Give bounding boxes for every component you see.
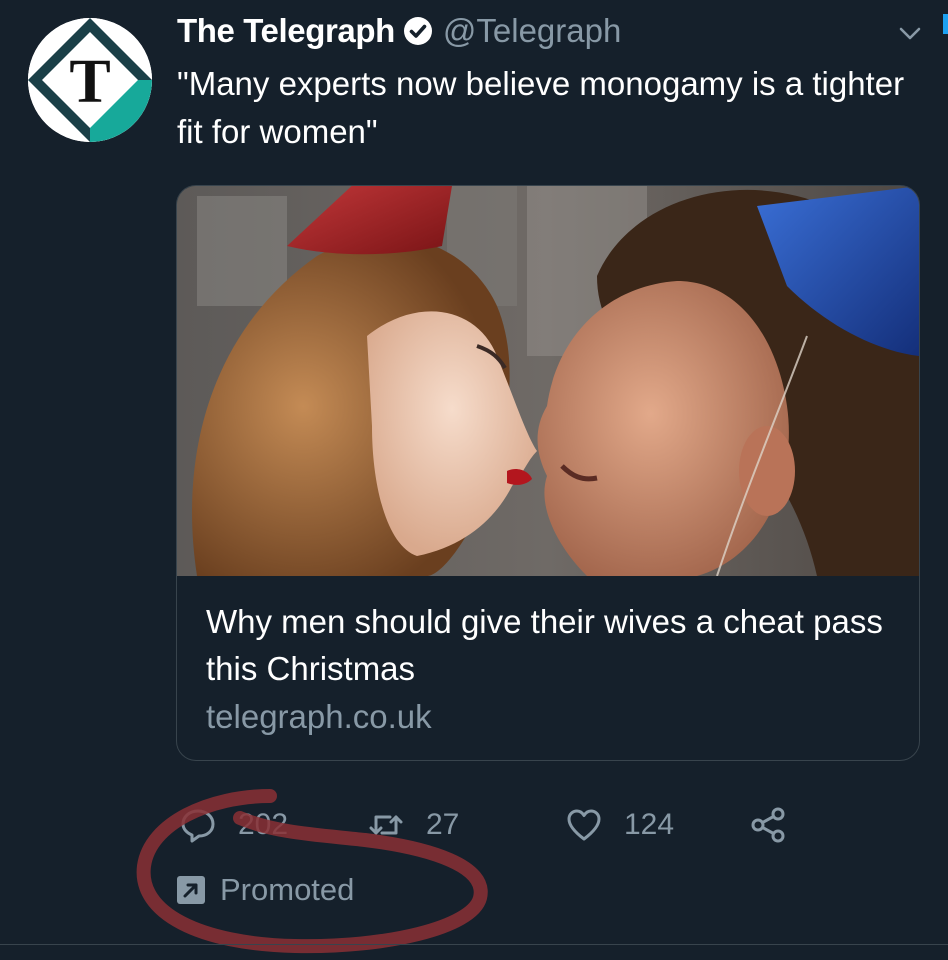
card-image[interactable]	[177, 186, 919, 576]
heart-icon	[566, 807, 602, 843]
like-count: 124	[624, 808, 675, 841]
handle[interactable]: @Telegraph	[443, 12, 621, 50]
retweet-icon	[368, 807, 404, 843]
tweet-divider	[0, 944, 948, 945]
share-button[interactable]	[750, 800, 786, 850]
avatar[interactable]: T	[28, 18, 152, 142]
reply-button[interactable]: 202	[180, 800, 288, 850]
tweet-header: The Telegraph @Telegraph	[177, 12, 621, 50]
verified-badge-icon	[403, 16, 433, 46]
tweet-text: "Many experts now believe monogamy is a …	[177, 65, 905, 150]
link-card[interactable]: Why men should give their wives a cheat …	[176, 185, 920, 761]
share-icon	[750, 807, 786, 843]
retweet-count: 27	[426, 808, 460, 841]
promoted-label: Promoted	[176, 872, 354, 908]
like-button[interactable]: 124	[566, 800, 674, 850]
promoted-text: Promoted	[220, 872, 355, 907]
card-title[interactable]: Why men should give their wives a cheat …	[206, 598, 896, 692]
chevron-down-icon[interactable]	[898, 26, 922, 42]
telegraph-logo-icon: T	[28, 18, 152, 142]
display-name[interactable]: The Telegraph	[177, 12, 395, 50]
reply-count: 202	[238, 808, 289, 841]
promoted-arrow-icon	[176, 875, 206, 905]
reply-bubble-icon	[180, 807, 216, 843]
tweet-actions: 202 27 124	[178, 800, 918, 850]
retweet-button[interactable]: 27	[368, 800, 459, 850]
card-domain[interactable]: telegraph.co.uk	[206, 698, 432, 736]
tweet[interactable]: T The Telegraph @Telegraph "Many experts…	[0, 0, 948, 960]
svg-text:T: T	[69, 48, 110, 116]
edge-indicator	[943, 14, 948, 34]
